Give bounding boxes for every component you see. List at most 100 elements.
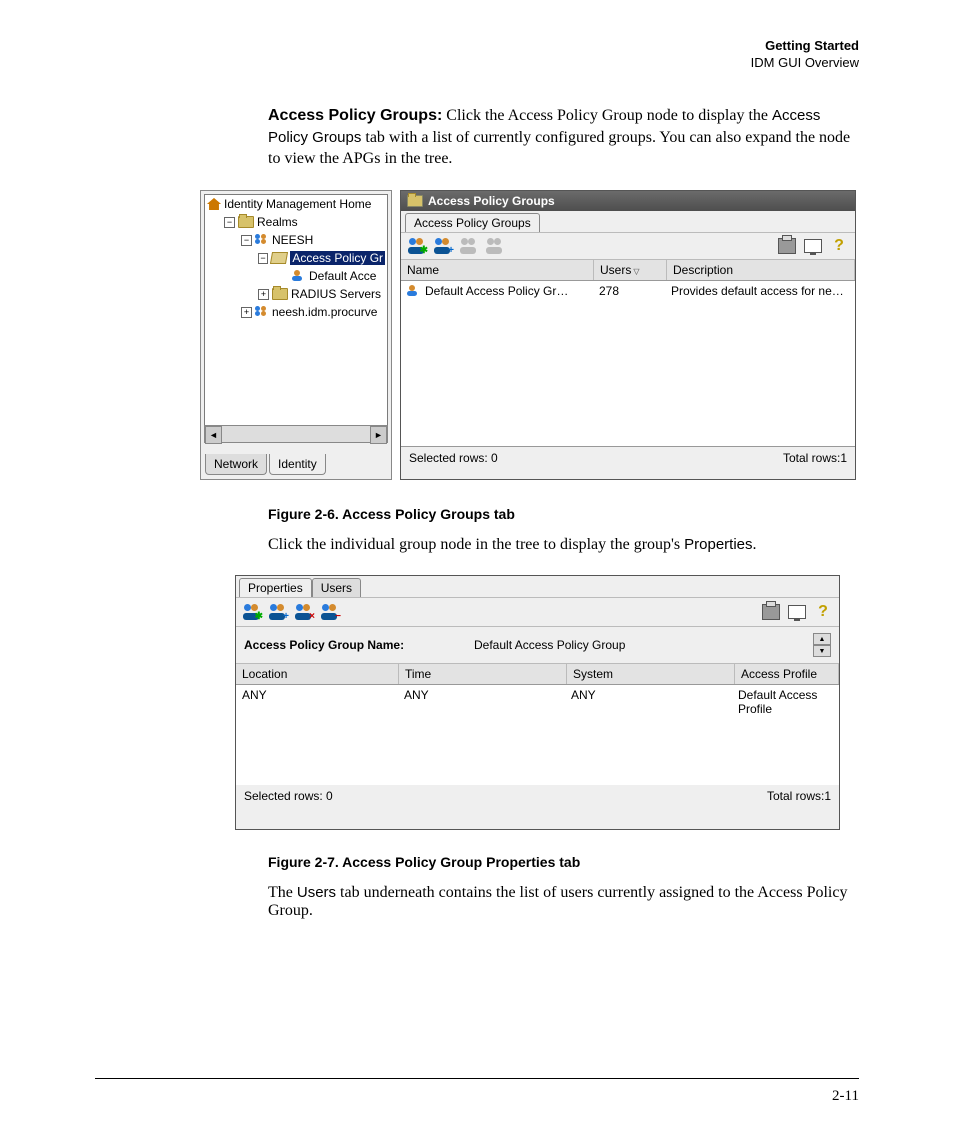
- cell-system: ANY: [565, 685, 732, 719]
- print-button[interactable]: [761, 602, 781, 622]
- intro-paragraph: Access Policy Groups: Click the Access P…: [268, 105, 863, 170]
- scroll-right-icon[interactable]: ►: [370, 426, 387, 444]
- col-users[interactable]: Users▽: [594, 260, 667, 280]
- panel-title: Access Policy Groups: [428, 194, 555, 208]
- folder-open-icon: [270, 252, 288, 264]
- props-table-body[interactable]: ANY ANY ANY Default Access Profile: [236, 685, 839, 785]
- cell-access-profile: Default Access Profile: [732, 685, 839, 719]
- add-group-button[interactable]: ✱: [242, 602, 262, 622]
- apg-status-bar: Selected rows: 0 Total rows:1: [401, 447, 855, 469]
- figure-2-6-caption: Figure 2-6. Access Policy Groups tab: [268, 506, 863, 522]
- header-chapter: Getting Started: [751, 38, 859, 55]
- scroll-left-icon[interactable]: ◄: [205, 426, 222, 444]
- cell-description: Provides default access for ne…: [665, 284, 855, 298]
- home-icon: [207, 198, 221, 210]
- col-description[interactable]: Description: [667, 260, 855, 280]
- display-button[interactable]: [803, 236, 823, 256]
- header-section: IDM GUI Overview: [751, 55, 859, 72]
- print-icon: [778, 238, 796, 254]
- realm-icon: [255, 306, 269, 318]
- apg-table-header: Name Users▽ Description: [401, 260, 855, 281]
- monitor-icon: [788, 605, 806, 619]
- tab-network[interactable]: Network: [205, 454, 267, 475]
- display-button[interactable]: [787, 602, 807, 622]
- tree-realms[interactable]: − Realms: [205, 213, 387, 231]
- spin-down-icon[interactable]: ▼: [813, 645, 831, 657]
- edit-group-button[interactable]: +: [433, 236, 453, 256]
- subtab-apg[interactable]: Access Policy Groups: [405, 213, 540, 232]
- tree-radius[interactable]: + RADIUS Servers: [205, 285, 387, 303]
- nav-tree-panel: Identity Management Home − Realms − NEES…: [200, 190, 392, 480]
- nav-tree[interactable]: Identity Management Home − Realms − NEES…: [204, 194, 388, 426]
- expand-icon[interactable]: +: [241, 307, 252, 318]
- folder-icon: [238, 216, 254, 228]
- collapse-icon[interactable]: −: [258, 253, 269, 264]
- print-button[interactable]: [777, 236, 797, 256]
- footer-rule: [95, 1078, 859, 1079]
- col-time[interactable]: Time: [399, 664, 567, 684]
- figure-2-7-caption: Figure 2-7. Access Policy Group Properti…: [268, 854, 863, 870]
- edit-group-button[interactable]: +: [268, 602, 288, 622]
- paragraph-3: The Users tab underneath contains the li…: [268, 884, 863, 920]
- tree-selected-label: Access Policy Gr: [290, 251, 385, 265]
- page-number: 2-11: [832, 1088, 859, 1105]
- cell-users: 278: [593, 284, 665, 298]
- group-icon: [292, 270, 306, 282]
- panel-title-bar: Access Policy Groups: [401, 191, 855, 211]
- tree-apg[interactable]: − Access Policy Gr: [205, 249, 387, 267]
- table-row[interactable]: ANY ANY ANY Default Access Profile: [236, 685, 839, 719]
- apg-name-value: Default Access Policy Group: [474, 638, 813, 652]
- cell-location: ANY: [236, 685, 398, 719]
- add-group-button[interactable]: ✱: [407, 236, 427, 256]
- folder-icon: [407, 195, 423, 207]
- spin-up-icon[interactable]: ▲: [813, 633, 831, 645]
- row-spinner[interactable]: ▲ ▼: [813, 633, 831, 657]
- monitor-icon: [804, 239, 822, 253]
- disabled-group-button-1: [459, 236, 479, 256]
- collapse-icon[interactable]: −: [224, 217, 235, 228]
- total-rows: Total rows:1: [783, 451, 847, 465]
- apg-name-label: Access Policy Group Name:: [244, 638, 474, 652]
- props-status-bar: Selected rows: 0 Total rows:1: [236, 785, 839, 807]
- props-toolbar: ✱ + × − ?: [236, 597, 839, 627]
- tree-default-apg[interactable]: Default Acce: [205, 267, 387, 285]
- col-location[interactable]: Location: [236, 664, 399, 684]
- apg-table-body[interactable]: Default Access Policy Gr… 278 Provides d…: [401, 281, 855, 447]
- realm-icon: [255, 234, 269, 246]
- group-icon: [407, 285, 421, 297]
- tree-domain[interactable]: + neesh.idm.procurve: [205, 303, 387, 321]
- expand-icon[interactable]: +: [258, 289, 269, 300]
- figure-2-7-screenshot: Properties Users ✱ + × − ? Access Policy…: [235, 575, 840, 830]
- col-access-profile[interactable]: Access Profile: [735, 664, 839, 684]
- copy-group-button[interactable]: ×: [294, 602, 314, 622]
- cell-time: ANY: [398, 685, 565, 719]
- tab-users[interactable]: Users: [312, 578, 361, 597]
- collapse-icon[interactable]: −: [241, 235, 252, 246]
- tree-neesh[interactable]: − NEESH: [205, 231, 387, 249]
- sort-desc-icon: ▽: [633, 267, 639, 276]
- gui-term-users: Users: [297, 884, 336, 901]
- cell-name: Default Access Policy Gr…: [425, 284, 568, 298]
- tab-properties[interactable]: Properties: [239, 578, 312, 597]
- props-table-header: Location Time System Access Profile: [236, 664, 839, 685]
- disabled-group-button-2: [485, 236, 505, 256]
- selected-rows: Selected rows: 0: [409, 451, 498, 465]
- page-header: Getting Started IDM GUI Overview: [751, 38, 859, 72]
- selected-rows: Selected rows: 0: [244, 789, 333, 803]
- col-name[interactable]: Name: [401, 260, 594, 280]
- table-row[interactable]: Default Access Policy Gr… 278 Provides d…: [401, 281, 855, 301]
- apg-toolbar: ✱ + ?: [401, 232, 855, 260]
- help-button[interactable]: ?: [813, 602, 833, 622]
- help-button[interactable]: ?: [829, 236, 849, 256]
- figure-2-6-screenshot: Identity Management Home − Realms − NEES…: [200, 190, 860, 480]
- tab-identity[interactable]: Identity: [269, 454, 326, 475]
- intro-bold: Access Policy Groups:: [268, 107, 442, 124]
- delete-group-button[interactable]: −: [320, 602, 340, 622]
- apg-list-panel: Access Policy Groups Access Policy Group…: [400, 190, 856, 480]
- total-rows: Total rows:1: [767, 789, 831, 803]
- col-system[interactable]: System: [567, 664, 735, 684]
- gui-term-properties: Properties: [684, 536, 752, 553]
- tree-root[interactable]: Identity Management Home: [205, 195, 387, 213]
- tree-scrollbar[interactable]: ◄ ►: [204, 425, 388, 443]
- apg-name-row: Access Policy Group Name: Default Access…: [236, 627, 839, 664]
